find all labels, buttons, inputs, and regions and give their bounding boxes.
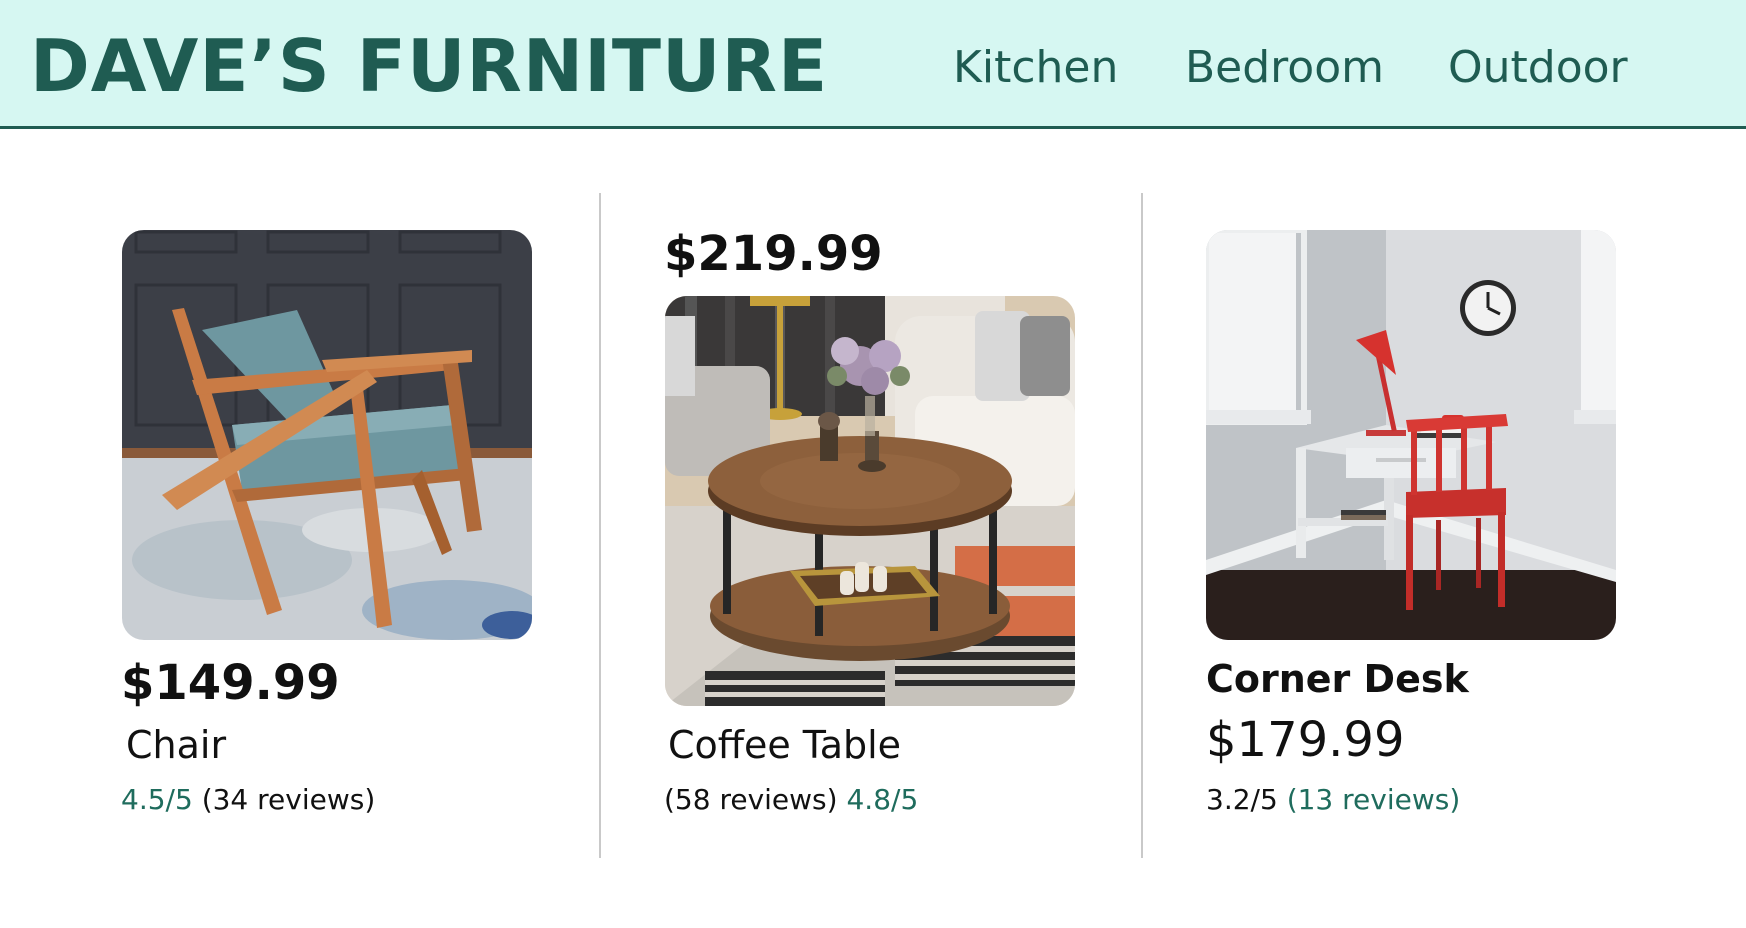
site-header: DAVE’S FURNITURE Kitchen Bedroom Outdoor [0, 0, 1746, 129]
rating-line: 3.2/5 (13 reviews) [1206, 782, 1460, 818]
nav-outdoor[interactable]: Outdoor [1448, 40, 1628, 96]
product-price: $219.99 [664, 226, 883, 282]
product-price: $179.99 [1206, 712, 1405, 768]
brand-logo[interactable]: DAVE’S FURNITURE [30, 22, 828, 110]
review-count[interactable]: (58 reviews) [664, 783, 838, 816]
rating-value: 4.5/5 [121, 783, 193, 816]
rating-line: 4.5/5 (34 reviews) [121, 782, 375, 818]
review-count[interactable]: (13 reviews) [1287, 783, 1461, 816]
review-count[interactable]: (34 reviews) [202, 783, 376, 816]
rating-value: 4.8/5 [846, 783, 919, 816]
column-divider [599, 193, 601, 858]
column-divider [1141, 193, 1143, 858]
corner-desk-photo[interactable] [1206, 230, 1616, 640]
nav-bedroom[interactable]: Bedroom [1185, 40, 1384, 96]
nav-kitchen[interactable]: Kitchen [953, 40, 1118, 96]
product-price: $149.99 [121, 655, 340, 711]
product-name[interactable]: Corner Desk [1206, 656, 1469, 702]
product-name[interactable]: Chair [126, 722, 226, 768]
rating-line: (58 reviews) 4.8/5 [664, 782, 918, 818]
rating-value: 3.2/5 [1206, 783, 1278, 816]
product-name[interactable]: Coffee Table [668, 722, 901, 768]
armchair-photo[interactable] [122, 230, 532, 640]
coffee-table-photo[interactable] [665, 296, 1075, 706]
